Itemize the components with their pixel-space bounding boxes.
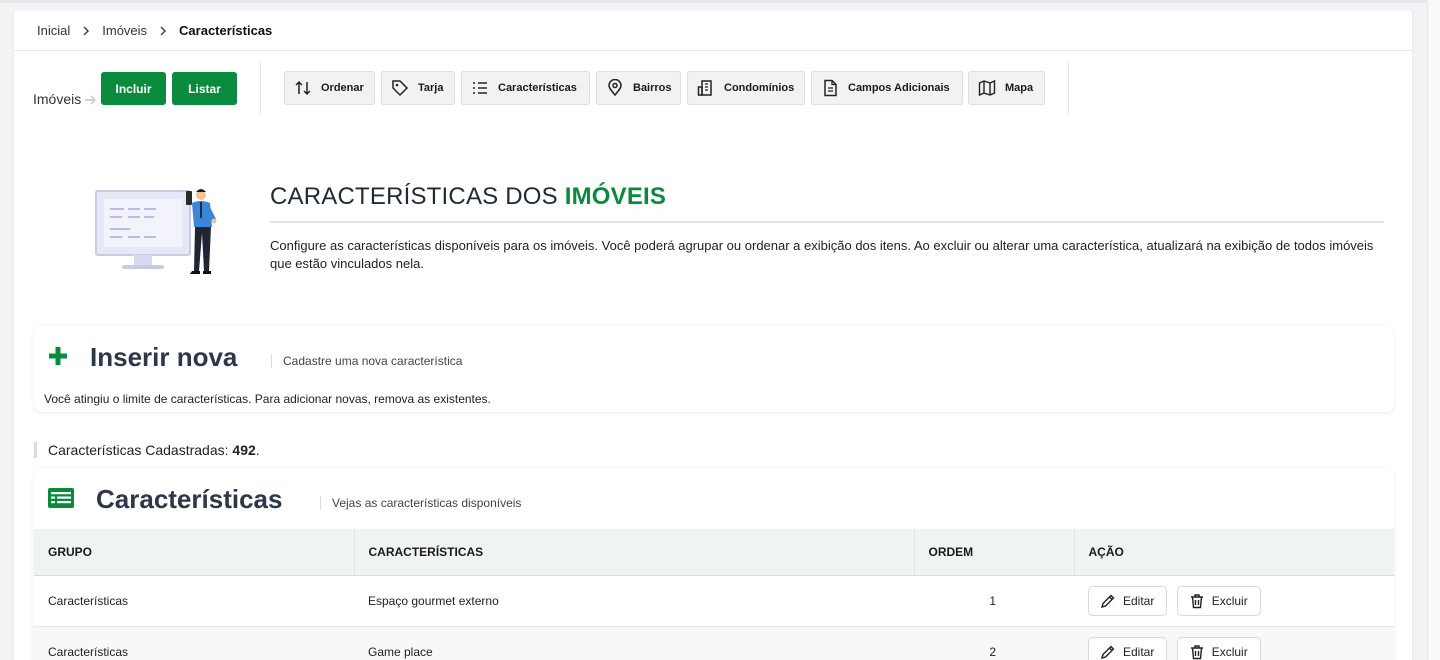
features-count: Características Cadastradas: 492. (34, 442, 260, 458)
additional-fields-button[interactable]: Campos Adicionais (811, 71, 963, 105)
hero-illustration (94, 185, 224, 282)
sort-arrows-icon (295, 80, 311, 96)
features-list-card: Características Vejas as características… (34, 468, 1394, 660)
document-icon (824, 79, 837, 97)
pencil-icon (1100, 645, 1115, 659)
page-description: Configure as características disponíveis… (270, 238, 1374, 271)
trash-icon (1190, 593, 1203, 608)
insert-subtitle: Cadastre uma nova característica (271, 354, 462, 368)
arrow-right-icon (84, 93, 98, 111)
count-label: Características Cadastradas: (48, 442, 233, 458)
page-title: CARACTERÍSTICAS DOS IMÓVEIS (270, 183, 666, 211)
top-border (0, 0, 1440, 3)
edit-button[interactable]: Editar (1088, 636, 1168, 660)
cell-feature: Espaço gourmet externo (368, 593, 499, 608)
toolbar-divider (1068, 61, 1069, 115)
order-button[interactable]: Ordenar (284, 71, 375, 105)
map-button[interactable]: Mapa (968, 71, 1045, 105)
tarja-button[interactable]: Tarja (381, 71, 455, 105)
cell-group: Características (48, 644, 129, 659)
main-panel: Inicial Imóveis Características Imóveis … (13, 11, 1413, 660)
trash-icon (1190, 644, 1203, 659)
delete-label: Excluir (1211, 593, 1248, 608)
column-header-action: AÇÃO (1074, 529, 1394, 576)
neighborhoods-button[interactable]: Bairros (596, 71, 681, 105)
delete-label: Excluir (1211, 644, 1248, 659)
count-suffix: . (255, 442, 260, 458)
edit-button[interactable]: Editar (1088, 585, 1168, 616)
cell-actions: Editar Excluir (1074, 575, 1394, 626)
cell-group: Características (48, 593, 129, 608)
features-button[interactable]: Características (461, 71, 590, 105)
map-icon (978, 79, 996, 97)
scrollbar-track[interactable] (1427, 0, 1440, 660)
insert-card: Inserir nova Cadastre uma nova caracterí… (34, 326, 1394, 412)
page-title-prefix: CARACTERÍSTICAS DOS (270, 183, 565, 210)
insert-title: Inserir nova (90, 342, 238, 372)
list-button[interactable]: Listar (172, 72, 237, 105)
edit-label: Editar (1123, 644, 1155, 659)
condos-button[interactable]: Condomínios (687, 71, 805, 105)
page-title-accent: IMÓVEIS (564, 183, 667, 210)
table-row: Características Game place 2 Editar Excl… (34, 626, 1394, 660)
toolbar: Imóveis Incluir Listar Ordenar Tarja Car… (14, 61, 1414, 126)
column-header-order[interactable]: ORDEM (914, 529, 1075, 576)
condos-label: Condomínios (724, 82, 795, 94)
column-header-group[interactable]: GRUPO (34, 529, 355, 576)
breadcrumb: Inicial Imóveis Características (14, 11, 1412, 51)
features-table: GRUPO CARACTERÍSTICAS ORDEM AÇÃO Caracte… (34, 529, 1394, 660)
list-subtitle: Vejas as características disponíveis (320, 496, 521, 510)
delete-button[interactable]: Excluir (1176, 585, 1261, 616)
column-header-feature[interactable]: CARACTERÍSTICAS (354, 529, 915, 576)
list-title: Características (96, 484, 283, 514)
cell-feature: Game place (368, 644, 433, 659)
toolbar-label: Imóveis (33, 91, 82, 107)
table-header-row: GRUPO CARACTERÍSTICAS ORDEM AÇÃO (34, 529, 1394, 576)
order-label: Ordenar (321, 82, 364, 94)
cell-actions: Editar Excluir (1074, 626, 1394, 660)
table-list-icon (47, 487, 75, 514)
map-label: Mapa (1005, 82, 1034, 94)
tarja-label: Tarja (418, 82, 444, 94)
include-button[interactable]: Incluir (101, 72, 166, 105)
cell-order: 1 (989, 593, 996, 608)
cell-order: 2 (989, 644, 996, 659)
map-pin-icon (608, 79, 622, 97)
tag-icon (392, 80, 409, 97)
additional-fields-label: Campos Adicionais (848, 82, 950, 94)
table-row: Características Espaço gourmet externo 1… (34, 575, 1394, 626)
chevron-right-icon (82, 25, 90, 36)
title-underline (270, 221, 1384, 223)
breadcrumb-current: Características (179, 23, 273, 38)
building-icon (697, 80, 712, 96)
limit-note: Você atingiu o limite de características… (44, 392, 491, 406)
count-value: 492 (232, 442, 256, 458)
pencil-icon (1100, 594, 1115, 608)
edit-label: Editar (1123, 593, 1155, 608)
neighborhoods-label: Bairros (633, 82, 672, 94)
delete-button[interactable]: Excluir (1176, 636, 1261, 660)
breadcrumb-imoveis[interactable]: Imóveis (102, 23, 147, 38)
breadcrumb-home[interactable]: Inicial (37, 23, 70, 38)
list-icon (473, 82, 487, 94)
toolbar-divider (260, 61, 261, 115)
chevron-right-icon (159, 25, 167, 36)
plus-icon (47, 345, 69, 372)
features-label: Características (498, 82, 577, 94)
